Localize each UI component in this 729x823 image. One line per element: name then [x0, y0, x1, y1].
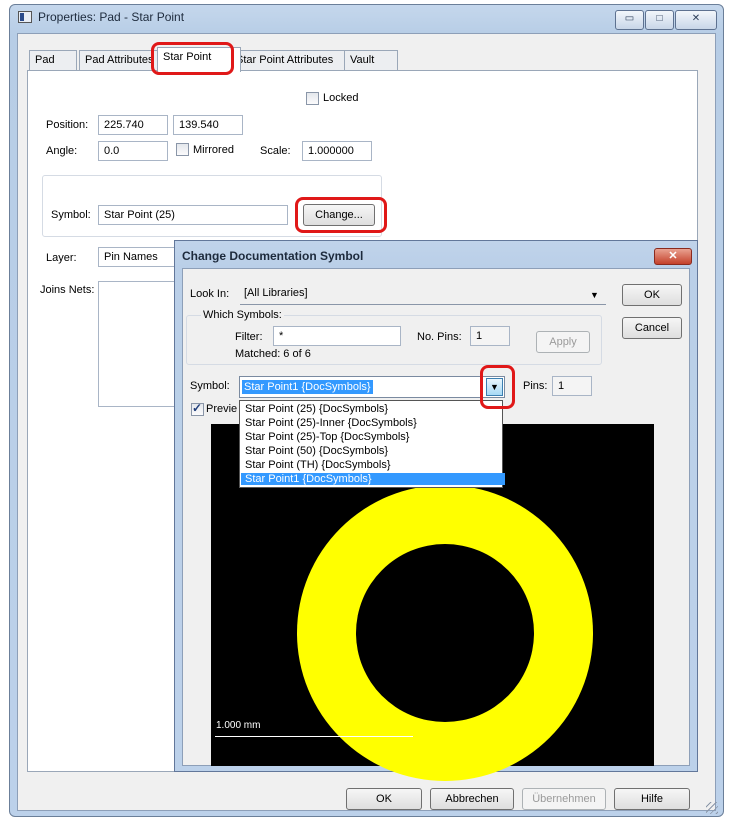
look-in-label: Look In:	[190, 288, 230, 300]
locked-checkbox[interactable]	[306, 92, 319, 105]
tab-star-point[interactable]: Star Point	[157, 47, 241, 72]
symbol-field: Star Point (25)	[98, 205, 288, 225]
symbol-dropdown-list[interactable]: Star Point (25) {DocSymbols} Star Point …	[239, 400, 505, 488]
which-symbols-label: Which Symbols:	[201, 308, 284, 322]
window-app-icon	[18, 11, 32, 23]
minimize-button[interactable]: ▭	[615, 10, 644, 30]
look-in-select[interactable]: [All Libraries] ▼	[240, 284, 606, 305]
dropdown-item[interactable]: Star Point (50) {DocSymbols}	[245, 445, 388, 457]
window-title: Properties: Pad - Star Point	[38, 10, 185, 24]
tab-pad[interactable]: Pad	[29, 50, 77, 71]
locked-label: Locked	[323, 92, 359, 104]
no-pins-label: No. Pins:	[417, 331, 462, 343]
angle-label: Angle:	[46, 145, 78, 157]
position-x-input[interactable]: 225.740	[98, 115, 168, 135]
matched-count: Matched: 6 of 6	[235, 348, 311, 360]
dialog-ok-button[interactable]: OK	[622, 284, 682, 306]
angle-input[interactable]: 0.0	[98, 141, 168, 161]
apply-button[interactable]: Übernehmen	[522, 788, 606, 810]
no-pins-input[interactable]: 1	[470, 326, 510, 346]
change-button[interactable]: Change...	[303, 204, 375, 226]
layer-label: Layer:	[46, 252, 77, 264]
symbol-select[interactable]: Star Point1 {DocSymbols} ▼	[239, 376, 505, 398]
dropdown-item[interactable]: Star Point (25)-Top {DocSymbols}	[245, 431, 409, 443]
pins-input[interactable]: 1	[552, 376, 592, 396]
filter-input[interactable]: *	[273, 326, 401, 346]
resize-grip-icon[interactable]	[706, 802, 718, 814]
scale-bar	[215, 736, 413, 737]
dialog-title: Change Documentation Symbol	[182, 249, 364, 263]
position-label: Position:	[46, 119, 89, 131]
dropdown-item-selected[interactable]: Star Point1 {DocSymbols}	[241, 473, 505, 485]
joins-nets-label: Joins Nets:	[40, 284, 95, 296]
scale-bar-label: 1.000 mm	[216, 720, 261, 731]
dropdown-item[interactable]: Star Point (25)-Inner {DocSymbols}	[245, 417, 417, 429]
preview-checkbox[interactable]	[191, 401, 204, 416]
mirrored-checkbox[interactable]	[176, 143, 189, 156]
dropdown-item[interactable]: Star Point (TH) {DocSymbols}	[245, 459, 391, 471]
dropdown-item[interactable]: Star Point (25) {DocSymbols}	[245, 403, 388, 415]
mirrored-label: Mirrored	[193, 144, 234, 156]
symbol-label: Symbol:	[51, 209, 91, 221]
cancel-button[interactable]: Abbrechen	[430, 788, 514, 810]
maximize-button[interactable]: □	[645, 10, 674, 30]
look-in-value: [All Libraries]	[244, 287, 308, 299]
ok-button[interactable]: OK	[346, 788, 422, 810]
tab-pad-attributes[interactable]: Pad Attributes	[79, 50, 168, 71]
help-button[interactable]: Hilfe	[614, 788, 690, 810]
star-point-ring-hole	[356, 544, 534, 722]
look-in-arrow-icon: ▼	[590, 290, 599, 300]
filter-apply-button[interactable]: Apply	[536, 331, 590, 353]
dropdown-arrow-icon[interactable]: ▼	[486, 378, 503, 396]
dialog-cancel-button[interactable]: Cancel	[622, 317, 682, 339]
tab-vault[interactable]: Vault	[344, 50, 398, 71]
scale-input[interactable]: 1.000000	[302, 141, 372, 161]
filter-label: Filter:	[235, 331, 263, 343]
preview-label: Previe	[206, 403, 238, 415]
close-button[interactable]: ✕	[675, 10, 717, 30]
scale-label: Scale:	[260, 145, 291, 157]
position-y-input[interactable]: 139.540	[173, 115, 243, 135]
tab-star-point-attributes[interactable]: Star Point Attributes	[230, 50, 356, 71]
symbol-select-label: Symbol:	[190, 380, 230, 392]
symbol-select-value: Star Point1 {DocSymbols}	[242, 380, 373, 394]
dialog-close-button[interactable]: ✕	[654, 248, 692, 265]
pins-label: Pins:	[523, 380, 548, 392]
